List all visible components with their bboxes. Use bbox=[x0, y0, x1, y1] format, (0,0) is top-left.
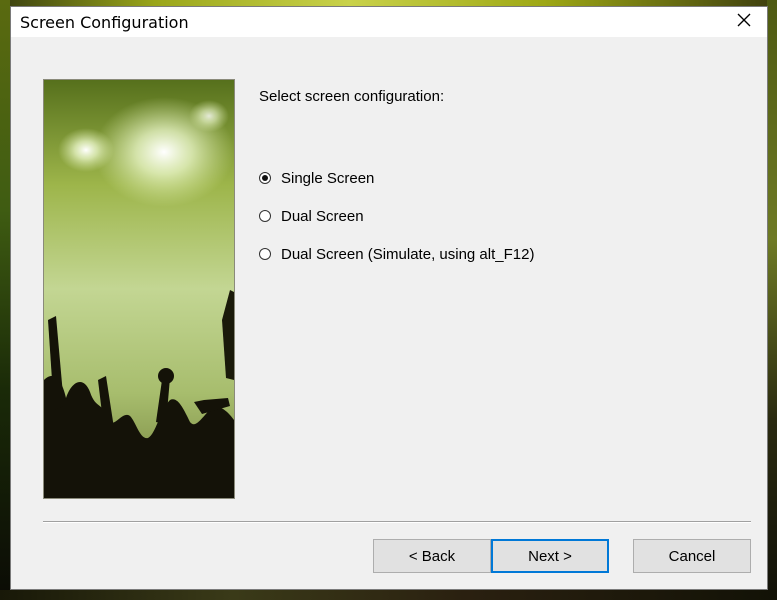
cancel-button[interactable]: Cancel bbox=[633, 539, 751, 573]
back-button[interactable]: < Back bbox=[373, 539, 491, 573]
option-label: Dual Screen (Simulate, using alt_F12) bbox=[281, 245, 535, 263]
radio-button-icon[interactable] bbox=[259, 210, 271, 222]
concert-image bbox=[43, 79, 235, 499]
desktop-background-left bbox=[0, 0, 10, 600]
option-dual-screen-simulate[interactable]: Dual Screen (Simulate, using alt_F12) bbox=[259, 243, 534, 265]
close-icon bbox=[737, 13, 751, 32]
desktop-background-bottom bbox=[0, 590, 777, 600]
radio-button-icon[interactable] bbox=[259, 248, 271, 260]
option-single-screen[interactable]: Single Screen bbox=[259, 167, 374, 189]
button-divider bbox=[43, 521, 751, 523]
option-label: Single Screen bbox=[281, 169, 375, 187]
window-title: Screen Configuration bbox=[20, 13, 189, 32]
desktop-background-right bbox=[767, 0, 777, 600]
option-label: Dual Screen bbox=[281, 207, 364, 225]
option-dual-screen[interactable]: Dual Screen bbox=[259, 205, 364, 227]
title-bar: Screen Configuration bbox=[11, 7, 767, 37]
prompt-label: Select screen configuration: bbox=[259, 88, 445, 105]
close-button[interactable] bbox=[721, 7, 767, 37]
next-button[interactable]: Next > bbox=[491, 539, 609, 573]
screen-configuration-dialog: Screen Configuration Select screen confi… bbox=[10, 6, 768, 590]
radio-button-selected-icon[interactable] bbox=[259, 172, 271, 184]
